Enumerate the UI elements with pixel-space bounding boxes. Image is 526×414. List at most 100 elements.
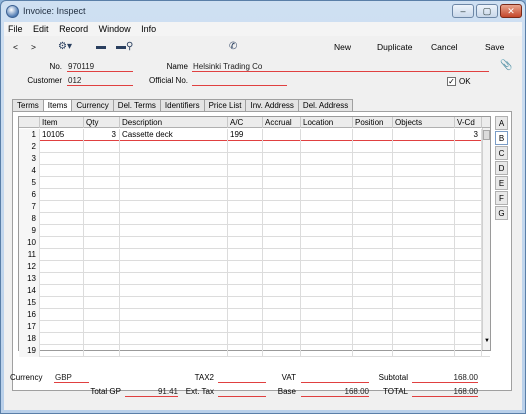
objects-cell[interactable]: [393, 225, 455, 237]
location-cell[interactable]: [301, 321, 353, 333]
save-button[interactable]: Save: [485, 40, 504, 54]
ac-cell[interactable]: [228, 165, 263, 177]
ac-cell[interactable]: [228, 141, 263, 153]
column-set-tab-b[interactable]: B: [495, 131, 508, 145]
subtotal-field[interactable]: 168.00: [412, 373, 478, 383]
position-cell[interactable]: [353, 345, 393, 357]
ac-cell[interactable]: [228, 333, 263, 345]
position-cell[interactable]: [353, 333, 393, 345]
location-cell[interactable]: [301, 261, 353, 273]
table-row[interactable]: 13: [19, 273, 490, 285]
print-preview-icon[interactable]: ▬⚲: [116, 41, 133, 53]
vcd-cell[interactable]: 3: [455, 129, 482, 141]
position-cell[interactable]: [353, 285, 393, 297]
description-cell[interactable]: [120, 141, 228, 153]
qty-cell[interactable]: [84, 177, 120, 189]
table-row[interactable]: 14: [19, 285, 490, 297]
accrual-cell[interactable]: [263, 321, 301, 333]
position-cell[interactable]: [353, 165, 393, 177]
base-field[interactable]: 168.00: [301, 387, 369, 397]
location-cell[interactable]: [301, 297, 353, 309]
ac-cell[interactable]: [228, 189, 263, 201]
position-cell[interactable]: [353, 201, 393, 213]
position-cell[interactable]: [353, 321, 393, 333]
currency-field[interactable]: GBP: [54, 373, 89, 383]
table-row[interactable]: 19: [19, 345, 490, 357]
objects-cell[interactable]: [393, 237, 455, 249]
location-cell[interactable]: [301, 273, 353, 285]
ac-cell[interactable]: [228, 237, 263, 249]
vcd-cell[interactable]: [455, 285, 482, 297]
objects-cell[interactable]: [393, 297, 455, 309]
accrual-cell[interactable]: [263, 213, 301, 225]
vcd-cell[interactable]: [455, 237, 482, 249]
qty-cell[interactable]: [84, 189, 120, 201]
vcd-cell[interactable]: [455, 153, 482, 165]
item-cell[interactable]: [40, 213, 84, 225]
ac-cell[interactable]: [228, 285, 263, 297]
description-cell[interactable]: [120, 249, 228, 261]
description-cell[interactable]: Cassette deck: [120, 129, 228, 141]
vcd-cell[interactable]: [455, 201, 482, 213]
qty-cell[interactable]: [84, 141, 120, 153]
description-cell[interactable]: [120, 189, 228, 201]
location-cell[interactable]: [301, 237, 353, 249]
column-set-tab-f[interactable]: F: [495, 191, 508, 205]
print-icon[interactable]: ▬: [96, 41, 106, 53]
vcd-cell[interactable]: [455, 261, 482, 273]
table-row[interactable]: 16: [19, 309, 490, 321]
gear-icon[interactable]: ⚙▾: [58, 41, 72, 53]
ac-cell[interactable]: [228, 177, 263, 189]
new-button[interactable]: New: [334, 40, 351, 54]
ext-tax-field[interactable]: [218, 387, 266, 397]
position-cell[interactable]: [353, 141, 393, 153]
position-cell[interactable]: [353, 249, 393, 261]
table-row[interactable]: 15: [19, 297, 490, 309]
description-cell[interactable]: [120, 237, 228, 249]
qty-cell[interactable]: [84, 333, 120, 345]
accrual-cell[interactable]: [263, 141, 301, 153]
previous-record-button[interactable]: <: [13, 40, 18, 54]
objects-cell[interactable]: [393, 129, 455, 141]
objects-cell[interactable]: [393, 189, 455, 201]
attachment-icon[interactable]: 📎: [500, 60, 512, 72]
description-cell[interactable]: [120, 201, 228, 213]
objects-cell[interactable]: [393, 273, 455, 285]
table-row[interactable]: 6: [19, 189, 490, 201]
item-cell[interactable]: [40, 225, 84, 237]
objects-cell[interactable]: [393, 153, 455, 165]
grid-scrollbar[interactable]: ▼: [482, 128, 490, 350]
ac-cell[interactable]: 199: [228, 129, 263, 141]
location-cell[interactable]: [301, 141, 353, 153]
vcd-cell[interactable]: [455, 189, 482, 201]
position-cell[interactable]: [353, 309, 393, 321]
location-cell[interactable]: [301, 189, 353, 201]
ac-cell[interactable]: [228, 213, 263, 225]
table-row[interactable]: 7: [19, 201, 490, 213]
location-cell[interactable]: [301, 285, 353, 297]
description-cell[interactable]: [120, 285, 228, 297]
objects-cell[interactable]: [393, 345, 455, 357]
accrual-cell[interactable]: [263, 249, 301, 261]
duplicate-button[interactable]: Duplicate: [377, 40, 412, 54]
item-cell[interactable]: [40, 345, 84, 357]
customer-field[interactable]: 012: [67, 76, 133, 86]
objects-cell[interactable]: [393, 309, 455, 321]
accrual-cell[interactable]: [263, 153, 301, 165]
location-cell[interactable]: [301, 333, 353, 345]
close-button[interactable]: ✕: [500, 4, 522, 18]
ac-cell[interactable]: [228, 321, 263, 333]
objects-cell[interactable]: [393, 177, 455, 189]
item-cell[interactable]: [40, 237, 84, 249]
item-cell[interactable]: [40, 249, 84, 261]
position-cell[interactable]: [353, 177, 393, 189]
ok-checkbox[interactable]: ✓: [447, 77, 456, 86]
objects-cell[interactable]: [393, 261, 455, 273]
qty-cell[interactable]: [84, 273, 120, 285]
accrual-cell[interactable]: [263, 201, 301, 213]
accrual-cell[interactable]: [263, 189, 301, 201]
qty-cell[interactable]: [84, 165, 120, 177]
vcd-cell[interactable]: [455, 165, 482, 177]
vcd-cell[interactable]: [455, 177, 482, 189]
location-cell[interactable]: [301, 129, 353, 141]
